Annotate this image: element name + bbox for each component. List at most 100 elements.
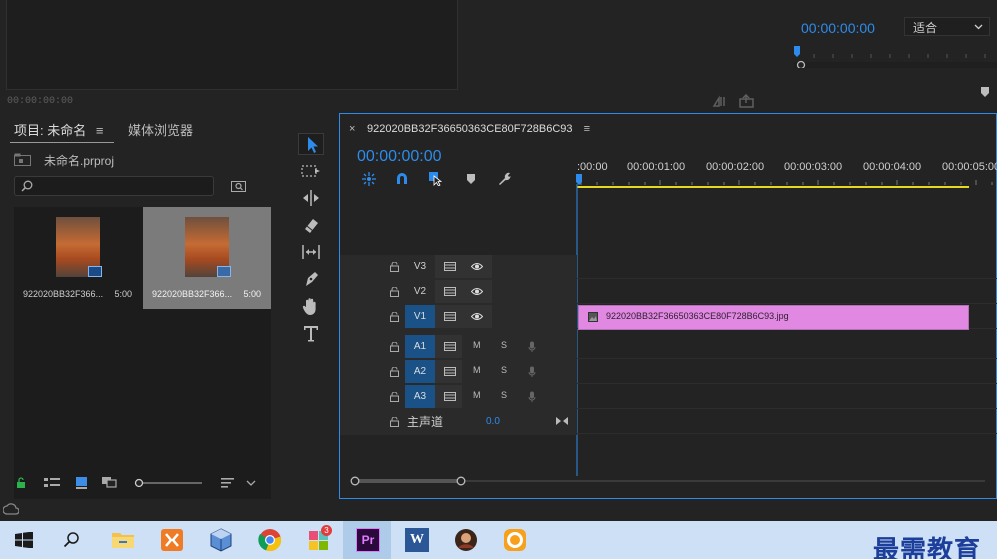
program-timecode[interactable]: 00:00:00:00: [801, 20, 875, 36]
master-volume-value[interactable]: 0.0: [486, 416, 500, 427]
project-item[interactable]: 922020BB32F366... 5:00: [143, 207, 271, 309]
track-header-a1[interactable]: A1 M S: [340, 335, 577, 359]
source-timecode[interactable]: 00:00:00:00: [7, 96, 73, 107]
lock-icon[interactable]: [16, 477, 26, 489]
lock-icon[interactable]: [390, 367, 399, 377]
track-name[interactable]: A1: [405, 335, 435, 358]
toggle-sync-lock-icon[interactable]: [444, 262, 456, 271]
snap-icon[interactable]: [395, 172, 409, 186]
microphone-icon[interactable]: [528, 366, 536, 378]
tab-project[interactable]: 项目: 未命名 ≡: [14, 120, 103, 139]
taskbar-chrome[interactable]: [245, 521, 293, 559]
toggle-sync-lock-icon[interactable]: [444, 287, 456, 296]
add-marker-icon[interactable]: [466, 173, 476, 185]
mute-button[interactable]: M: [473, 390, 481, 400]
solo-button[interactable]: S: [501, 390, 507, 400]
eye-icon[interactable]: [471, 312, 483, 321]
track-header-a2[interactable]: A2 M S: [340, 360, 577, 384]
track-lane-v2[interactable]: [577, 280, 997, 304]
linked-selection-icon[interactable]: [428, 171, 444, 186]
track-header-master[interactable]: [340, 410, 577, 434]
tab-media-browser[interactable]: 媒体浏览器: [128, 120, 193, 139]
taskbar-file-explorer[interactable]: [98, 521, 146, 559]
export-frame-icon[interactable]: [739, 94, 755, 108]
track-lane-a1[interactable]: [577, 335, 997, 359]
track-name[interactable]: A3: [405, 385, 435, 408]
track-name[interactable]: V1: [405, 305, 435, 328]
sort-icon[interactable]: [221, 477, 235, 489]
close-icon[interactable]: ×: [349, 123, 355, 135]
freeform-view-icon[interactable]: [102, 477, 120, 489]
lock-icon[interactable]: [390, 417, 399, 427]
hand-tool-button[interactable]: [298, 295, 324, 317]
track-lane-v3[interactable]: [577, 255, 997, 279]
microphone-icon[interactable]: [528, 391, 536, 403]
project-item[interactable]: 922020BB32F366... 5:00: [14, 207, 142, 309]
lock-icon[interactable]: [390, 392, 399, 402]
microphone-icon[interactable]: [528, 341, 536, 353]
mute-button[interactable]: M: [473, 365, 481, 375]
toggle-sync-lock-icon[interactable]: [444, 392, 456, 401]
lock-icon[interactable]: [390, 262, 399, 272]
zoom-fit-dropdown[interactable]: 适合: [904, 17, 990, 36]
type-tool-button[interactable]: [298, 322, 324, 344]
ripple-edit-tool-button[interactable]: [298, 187, 324, 209]
lock-icon[interactable]: [390, 287, 399, 297]
taskbar-search-button[interactable]: [48, 521, 96, 559]
eye-icon[interactable]: [471, 287, 483, 296]
track-header-v2[interactable]: V2: [340, 280, 577, 304]
taskbar-virtualbox[interactable]: [196, 521, 244, 559]
creative-cloud-icon[interactable]: [3, 503, 19, 517]
taskbar-orange-app[interactable]: [490, 521, 538, 559]
track-header-a3[interactable]: A3 M S: [340, 385, 577, 409]
timeline-scrollbar[interactable]: [350, 476, 990, 486]
track-name[interactable]: V2: [405, 280, 435, 303]
timeline-timecode[interactable]: 00:00:00:00: [357, 148, 442, 166]
overwrite-icon[interactable]: [712, 94, 728, 108]
taskbar-xampp[interactable]: [147, 521, 195, 559]
marker-icon[interactable]: [980, 86, 990, 98]
track-header-v3[interactable]: V3: [340, 255, 577, 279]
solo-button[interactable]: S: [501, 340, 507, 350]
zoom-slider[interactable]: [134, 478, 204, 488]
lock-icon[interactable]: [390, 342, 399, 352]
track-name[interactable]: A2: [405, 360, 435, 383]
panel-menu-icon[interactable]: ≡: [96, 123, 104, 138]
razor-tool-button[interactable]: [298, 214, 324, 236]
taskbar-premiere-pro[interactable]: Pr: [343, 521, 391, 559]
go-to-edit-icon[interactable]: [556, 416, 568, 426]
track-name[interactable]: V3: [405, 255, 435, 278]
toggle-sync-lock-icon[interactable]: [444, 342, 456, 351]
new-search-bin-icon[interactable]: [231, 179, 247, 192]
time-ruler[interactable]: :00:00 00:00:01:00 00:00:02:00 00:00:03:…: [577, 154, 997, 188]
track-header-v1[interactable]: V1: [340, 305, 577, 329]
eye-icon[interactable]: [471, 262, 483, 271]
pen-tool-button[interactable]: [298, 268, 324, 290]
nest-icon[interactable]: [362, 172, 376, 186]
track-select-tool-button[interactable]: [298, 160, 324, 182]
panel-menu-icon[interactable]: ≡: [584, 123, 590, 135]
track-lanes[interactable]: [577, 255, 997, 465]
mute-button[interactable]: M: [473, 340, 481, 350]
wrench-icon[interactable]: [497, 171, 512, 186]
program-mini-ruler[interactable]: [794, 46, 997, 68]
selection-tool-button[interactable]: [298, 133, 324, 155]
slip-tool-button[interactable]: [298, 241, 324, 263]
tab-sequence[interactable]: 922020BB32F36650363CE80F728B6C93 ≡: [367, 123, 590, 135]
toggle-sync-lock-icon[interactable]: [444, 367, 456, 376]
taskbar-app-badge[interactable]: 3: [294, 521, 342, 559]
lock-icon[interactable]: [390, 312, 399, 322]
icon-view-icon[interactable]: [76, 477, 88, 489]
timeline-clip[interactable]: 922020BB32F36650363CE80F728B6C93.jpg: [578, 305, 969, 330]
track-lane-master[interactable]: [577, 410, 997, 434]
start-button[interactable]: [0, 521, 48, 559]
solo-button[interactable]: S: [501, 365, 507, 375]
search-input[interactable]: [14, 176, 214, 196]
taskbar-word[interactable]: W: [392, 521, 440, 559]
taskbar-avatar-app[interactable]: [441, 521, 489, 559]
list-view-icon[interactable]: [44, 477, 60, 489]
track-lane-a3[interactable]: [577, 385, 997, 409]
chevron-down-icon[interactable]: [246, 479, 256, 487]
toggle-sync-lock-icon[interactable]: [444, 312, 456, 321]
track-lane-a2[interactable]: [577, 360, 997, 384]
